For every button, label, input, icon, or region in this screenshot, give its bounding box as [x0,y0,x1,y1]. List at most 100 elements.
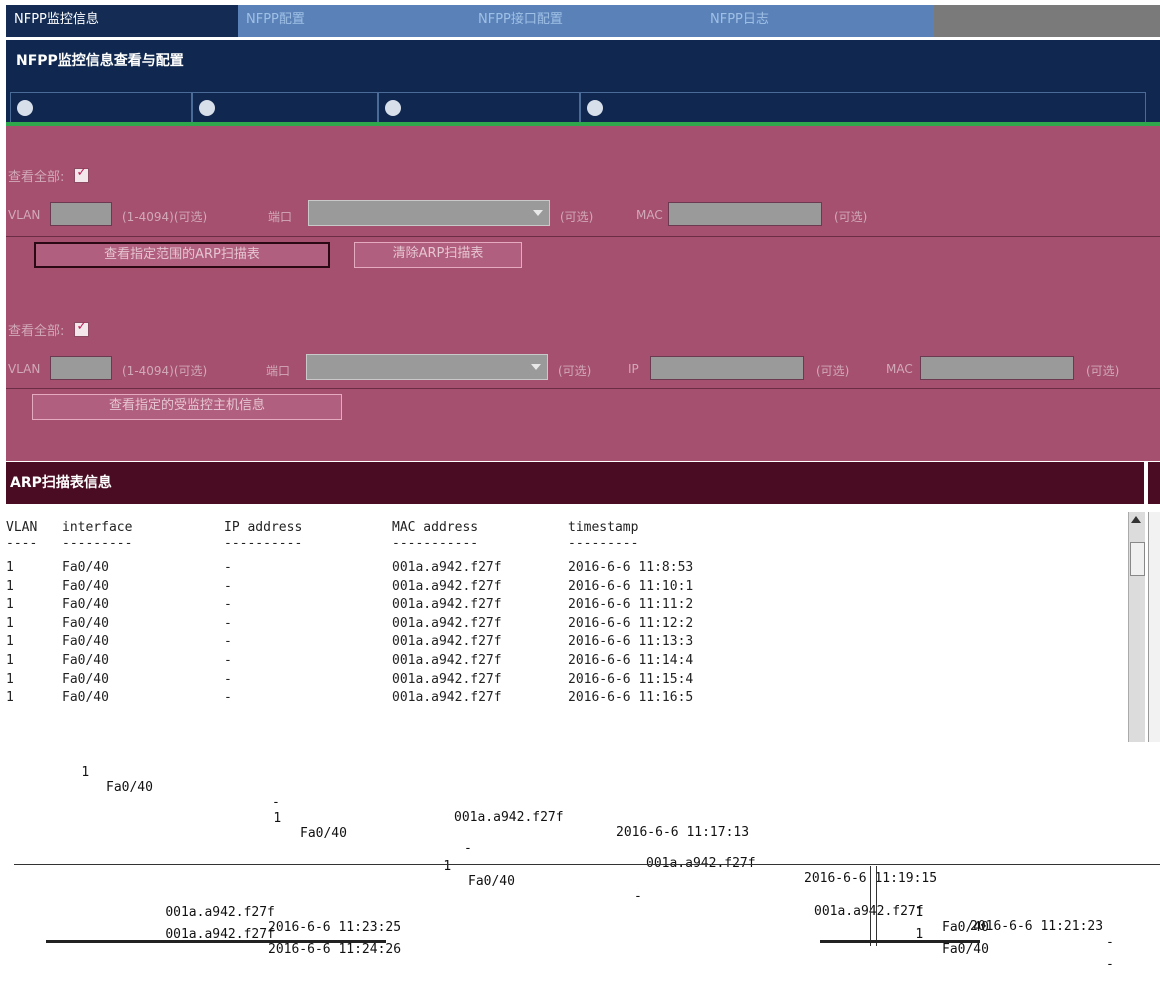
arp-mac-label: MAC [636,208,663,222]
col-timestamp: timestamp [568,520,639,535]
arp-port-select[interactable] [308,200,550,226]
arp-mac-input[interactable] [668,202,822,226]
overflow-ip: - [634,889,642,904]
page-title: NFPP监控信息查看与配置 [6,40,1160,82]
overflow-iface: Fa0/40 [942,920,989,935]
subtab-1[interactable] [10,92,192,124]
arp-port-optional: (可选) [560,210,594,224]
scroll-up-icon[interactable] [1131,516,1141,523]
cell-vlan: 1 [6,671,14,687]
arp-port-label: 端口 [268,210,293,224]
config-panel: 查看全部: VLAN (1-4094)(可选) 端口 (可选) MAC (可选)… [6,126,1160,461]
divider [870,866,871,946]
overflow-ts: 2016-6-6 11:23:25 [268,920,402,935]
tab-nfpp-monitor[interactable]: NFPP监控信息 [6,5,238,37]
subtab-4[interactable] [580,92,1146,124]
col-ip: IP address [224,520,303,535]
tab-nfpp-interface-config[interactable]: NFPP接口配置 [470,5,702,37]
arp-view-all-checkbox[interactable] [74,165,90,183]
host-mac-optional: (可选) [1086,364,1120,378]
arp-table-title: ARP扫描表信息 [6,462,1144,504]
chevron-down-icon [533,210,543,216]
divider [6,388,1160,389]
cell-vlan: 1 [6,615,14,631]
underline-mac: ----------- [392,536,479,551]
cell-interface: Fa0/40 [62,690,109,706]
cell-ip: - [224,578,232,594]
host-mac-label: MAC [886,362,913,376]
view-monitored-host-button[interactable]: 查看指定的受监控主机信息 [32,394,342,420]
host-mac-input[interactable] [920,356,1074,380]
cell-timestamp: 2016-6-6 11:8:53 [568,560,694,575]
subtab-3[interactable] [378,92,580,124]
cell-vlan: 1 [6,597,14,613]
overflow-iface: Fa0/40 [300,826,347,841]
table-scrollbar[interactable] [1128,512,1145,742]
overflow-mac: 001a.a942.f27f [454,810,564,825]
cell-interface: Fa0/40 [62,615,109,631]
cell-timestamp: 2016-6-6 11:11:2 [568,597,694,613]
cell-ip: - [224,653,232,668]
overflow-vlan: 1 [273,811,282,826]
cell-mac: 001a.a942.f27f [392,597,502,613]
artifact-smudge [820,940,980,943]
host-view-all-row: 查看全部: [8,319,90,339]
divider [876,866,877,946]
arp-mac-optional: (可选) [834,210,868,224]
subtab-2[interactable] [192,92,378,124]
overflow-row: 1 Fa0/40 - [884,912,1114,987]
host-view-all-checkbox[interactable] [74,319,90,337]
cell-vlan: 1 [6,560,14,575]
right-panel-edge [1148,512,1160,742]
gear-icon [17,100,33,116]
host-port-optional: (可选) [558,364,592,378]
host-vlan-range: (1-4094)(可选) [122,364,208,378]
col-mac: MAC address [392,520,479,535]
tab-nfpp-log[interactable]: NFPP日志 [702,5,934,37]
host-view-all-label: 查看全部: [8,324,65,339]
arp-table: VLAN interface IP address MAC address ti… [6,512,1128,742]
cell-ip: - [224,615,232,631]
col-interface: interface [62,520,133,535]
cell-ip: - [224,671,232,687]
gear-icon [385,100,401,116]
cell-mac: 001a.a942.f27f [392,671,502,687]
overflow-ts: 2016-6-6 11:17:13 [616,825,750,840]
overflow-ip: - [1106,957,1114,972]
cell-timestamp: 2016-6-6 11:10:1 [568,578,694,594]
overflow-row: 1 Fa0/40 - 001a.a942.f27f 2016-6-6 11:21… [412,844,1103,949]
tab-bar: NFPP监控信息 NFPP配置 NFPP接口配置 NFPP日志 [6,5,1160,37]
cell-timestamp: 2016-6-6 11:12:2 [568,615,694,631]
cell-mac: 001a.a942.f27f [392,560,502,575]
overflow-vlan: 1 [443,859,452,874]
arp-vlan-input[interactable] [50,202,112,226]
cell-mac: 001a.a942.f27f [392,578,502,594]
cell-interface: Fa0/40 [62,560,109,575]
host-port-select[interactable] [306,354,548,380]
host-vlan-input[interactable] [50,356,112,380]
cell-timestamp: 2016-6-6 11:14:4 [568,653,694,668]
arp-vlan-label: VLAN [8,208,41,222]
cell-interface: Fa0/40 [62,578,109,594]
cell-ip: - [224,690,232,706]
host-ip-optional: (可选) [816,364,850,378]
overflow-ts: 2016-6-6 11:24:26 [268,942,402,957]
clear-arp-scan-button[interactable]: 清除ARP扫描表 [354,242,522,268]
cell-timestamp: 2016-6-6 11:15:4 [568,671,694,687]
cell-vlan: 1 [6,690,14,706]
gear-icon [587,100,603,116]
col-vlan: VLAN [6,520,38,535]
cell-mac: 001a.a942.f27f [392,690,502,706]
host-ip-input[interactable] [650,356,804,380]
underline-interface: --------- [62,536,133,551]
cell-ip: - [224,597,232,613]
view-arp-scan-button[interactable]: 查看指定范围的ARP扫描表 [34,242,330,268]
underline-vlan: ---- [6,536,38,551]
overflow-iface: Fa0/40 [468,874,515,889]
cell-interface: Fa0/40 [62,597,109,613]
arp-view-all-row: 查看全部: [8,165,90,185]
tab-nfpp-config[interactable]: NFPP配置 [238,5,470,37]
overflow-ts: 2016-6-6 11:21:23 [970,919,1104,934]
overflow-ip: - [464,841,472,856]
scroll-thumb[interactable] [1130,542,1145,576]
